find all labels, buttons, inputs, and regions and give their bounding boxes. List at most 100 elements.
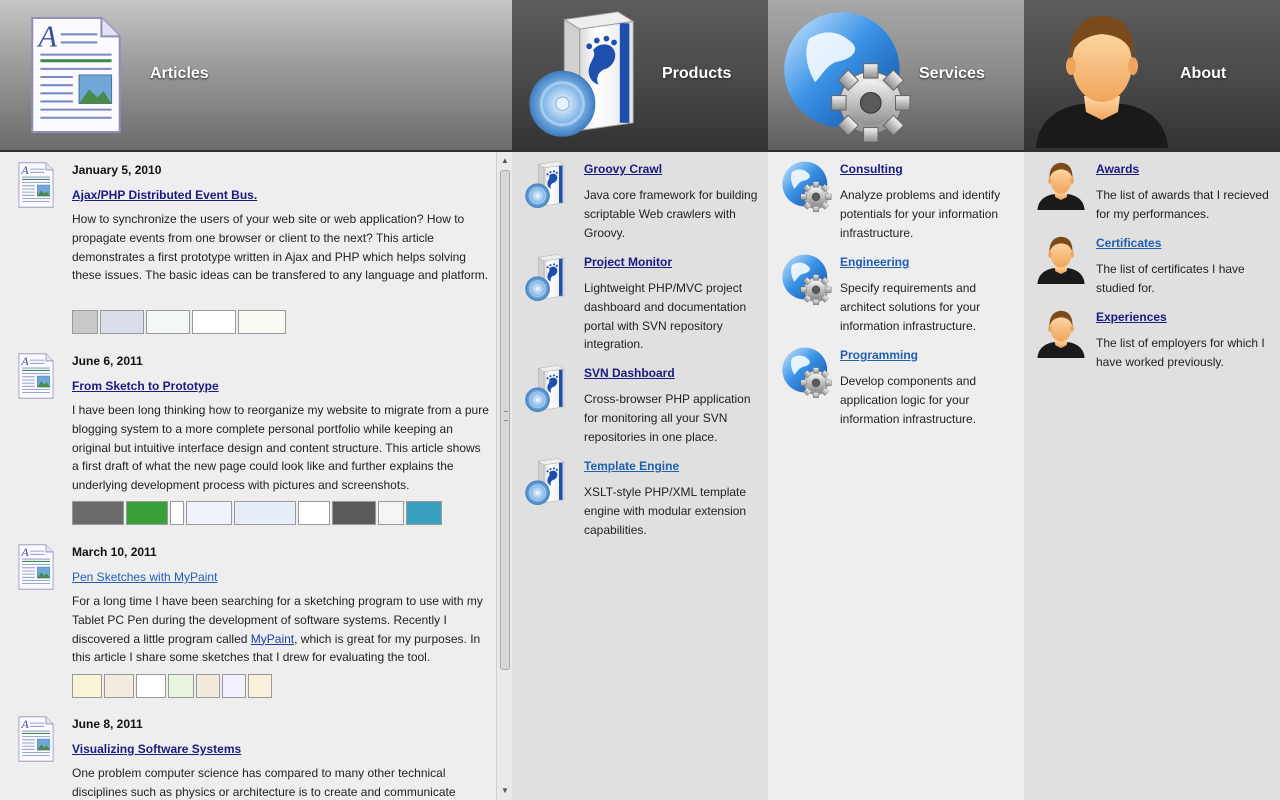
article-date: June 8, 2011 bbox=[72, 717, 143, 731]
document-icon bbox=[18, 716, 54, 762]
thumbnail[interactable] bbox=[192, 310, 236, 334]
nav-about[interactable]: About bbox=[1024, 0, 1280, 150]
service-title-link[interactable]: Consulting bbox=[840, 162, 903, 176]
thumbnail[interactable] bbox=[234, 501, 296, 525]
service-title-link[interactable]: Engineering bbox=[840, 255, 909, 269]
service-title-link[interactable]: Programming bbox=[840, 348, 918, 362]
product-description: Java core framework for building scripta… bbox=[584, 188, 758, 240]
article-date: June 6, 2011 bbox=[72, 354, 143, 368]
software-box-icon bbox=[524, 364, 574, 414]
person-icon bbox=[1036, 308, 1086, 358]
software-box-icon bbox=[524, 253, 574, 303]
thumbnail[interactable] bbox=[72, 501, 124, 525]
thumbnail[interactable] bbox=[146, 310, 190, 334]
article-date: March 10, 2011 bbox=[72, 545, 157, 559]
document-icon bbox=[18, 544, 54, 590]
article-entry: June 8, 2011 Visualizing Software System… bbox=[0, 706, 495, 800]
about-description: The list of awards that I recieved for m… bbox=[1096, 188, 1269, 221]
thumbnail[interactable] bbox=[126, 501, 168, 525]
about-entry: Certificates The list of certificates I … bbox=[1024, 226, 1280, 300]
nav-products[interactable]: Products bbox=[512, 0, 768, 150]
document-icon bbox=[30, 16, 122, 134]
software-box-icon bbox=[524, 457, 574, 507]
service-entry: Consulting Analyze problems and identify… bbox=[768, 152, 1024, 245]
articles-scrollbar[interactable]: ▲ ▼ bbox=[496, 152, 512, 800]
thumbnail[interactable] bbox=[104, 674, 134, 698]
software-box-icon bbox=[524, 160, 574, 210]
thumbnail[interactable] bbox=[238, 310, 286, 334]
mypaint-link[interactable]: MyPaint bbox=[251, 632, 294, 646]
thumbnail[interactable] bbox=[72, 674, 102, 698]
article-entry: January 5, 2010 Ajax/PHP Distributed Eve… bbox=[0, 152, 495, 344]
article-title-link[interactable]: Ajax/PHP Distributed Event Bus. bbox=[72, 188, 257, 202]
globe-gear-icon bbox=[780, 346, 832, 398]
thumbnail[interactable] bbox=[196, 674, 220, 698]
product-description: Cross-browser PHP application for monito… bbox=[584, 392, 751, 444]
articles-column: January 5, 2010 Ajax/PHP Distributed Eve… bbox=[0, 152, 512, 800]
thumbnail[interactable] bbox=[298, 501, 330, 525]
article-entry: June 6, 2011 From Sketch to Prototype I … bbox=[0, 343, 495, 535]
about-entry: Awards The list of awards that I recieve… bbox=[1024, 152, 1280, 226]
article-summary: How to synchronize the users of your web… bbox=[72, 212, 489, 283]
person-icon bbox=[1032, 8, 1172, 148]
services-column: Consulting Analyze problems and identify… bbox=[768, 152, 1024, 800]
article-summary: For a long time I have been searching fo… bbox=[72, 592, 490, 667]
document-icon bbox=[18, 353, 54, 399]
about-title-link[interactable]: Certificates bbox=[1096, 236, 1161, 250]
service-description: Specify requirements and architect solut… bbox=[840, 281, 981, 333]
article-title-link[interactable]: From Sketch to Prototype bbox=[72, 379, 219, 393]
about-column: Awards The list of awards that I recieve… bbox=[1024, 152, 1280, 800]
globe-gear-icon bbox=[780, 253, 832, 305]
screenshot-thumbnails bbox=[72, 310, 286, 334]
product-entry: SVN Dashboard Cross-browser PHP applicat… bbox=[512, 356, 768, 449]
thumbnail[interactable] bbox=[406, 501, 442, 525]
product-title-link[interactable]: Project Monitor bbox=[584, 255, 672, 269]
product-entry: Template Engine XSLT-style PHP/XML templ… bbox=[512, 449, 768, 542]
scroll-down-arrow-icon[interactable]: ▼ bbox=[497, 784, 513, 798]
scrollbar-thumb[interactable] bbox=[500, 170, 510, 670]
nav-services[interactable]: Services bbox=[768, 0, 1024, 150]
product-title-link[interactable]: SVN Dashboard bbox=[584, 366, 675, 380]
article-date: January 5, 2010 bbox=[72, 163, 162, 177]
article-entry: March 10, 2011 Pen Sketches with MyPaint… bbox=[0, 534, 495, 706]
person-icon bbox=[1036, 160, 1086, 210]
thumbnail[interactable] bbox=[248, 674, 272, 698]
service-entry: Engineering Specify requirements and arc… bbox=[768, 245, 1024, 338]
thumbnail[interactable] bbox=[222, 674, 246, 698]
thumbnail[interactable] bbox=[378, 501, 404, 525]
article-title-link[interactable]: Visualizing Software Systems bbox=[72, 742, 241, 756]
grip-icon bbox=[504, 411, 508, 421]
thumbnail[interactable] bbox=[100, 310, 144, 334]
thumbnail[interactable] bbox=[72, 310, 98, 334]
sketch-thumbnails bbox=[72, 674, 272, 698]
globe-gear-icon bbox=[778, 8, 912, 142]
thumbnail[interactable] bbox=[186, 501, 232, 525]
thumbnail[interactable] bbox=[136, 674, 166, 698]
nav-services-label: Services bbox=[919, 65, 985, 82]
service-description: Analyze problems and identify potentials… bbox=[840, 188, 1001, 240]
article-title-link[interactable]: Pen Sketches with MyPaint bbox=[72, 570, 217, 584]
software-box-icon bbox=[526, 8, 660, 142]
article-summary: I have been long thinking how to reorgan… bbox=[72, 403, 489, 493]
product-title-link[interactable]: Groovy Crawl bbox=[584, 162, 662, 176]
about-description: The list of employers for which I have w… bbox=[1096, 336, 1265, 369]
nav-articles-label: Articles bbox=[150, 65, 209, 82]
article-summary: One problem computer science has compare… bbox=[72, 766, 456, 799]
globe-gear-icon bbox=[780, 160, 832, 212]
thumbnail[interactable] bbox=[168, 674, 194, 698]
thumbnail[interactable] bbox=[170, 501, 184, 525]
product-description: XSLT-style PHP/XML template engine with … bbox=[584, 485, 747, 537]
product-description: Lightweight PHP/MVC project dashboard an… bbox=[584, 281, 747, 352]
document-icon bbox=[18, 162, 54, 208]
scroll-up-arrow-icon[interactable]: ▲ bbox=[497, 154, 513, 168]
nav-articles[interactable]: Articles bbox=[0, 0, 512, 150]
product-title-link[interactable]: Template Engine bbox=[584, 459, 679, 473]
person-icon bbox=[1036, 234, 1086, 284]
about-title-link[interactable]: Awards bbox=[1096, 162, 1139, 176]
nav-about-label: About bbox=[1180, 65, 1227, 82]
about-title-link[interactable]: Experiences bbox=[1096, 310, 1167, 324]
nav-products-label: Products bbox=[662, 65, 732, 82]
about-entry: Experiences The list of employers for wh… bbox=[1024, 300, 1280, 374]
product-entry: Project Monitor Lightweight PHP/MVC proj… bbox=[512, 245, 768, 356]
thumbnail[interactable] bbox=[332, 501, 376, 525]
